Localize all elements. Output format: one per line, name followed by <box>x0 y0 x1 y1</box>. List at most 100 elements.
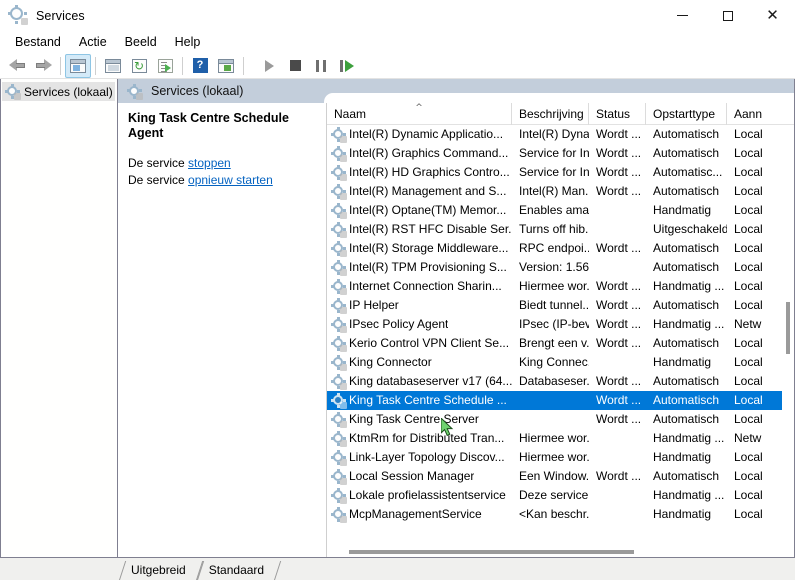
cell-aanmelden-als: Netw <box>734 431 762 445</box>
cell-status: Wordt ... <box>596 127 642 141</box>
table-row[interactable]: Local Session Manager Een Window... Wordt … <box>327 467 794 486</box>
cell-status: Wordt ... <box>596 374 642 388</box>
vertical-scrollbar[interactable] <box>782 127 794 546</box>
cell-naam-label: King Connector <box>349 355 432 369</box>
cell-status: Wordt ... <box>596 298 642 312</box>
start-service-button[interactable] <box>256 54 282 78</box>
table-row[interactable]: Intel(R) Optane(TM) Memor... Enables ama.… <box>327 201 794 220</box>
restart-service-button[interactable] <box>334 54 360 78</box>
service-gear-icon <box>331 393 347 409</box>
cell-naam: Lokale profielassistentservice <box>327 486 512 505</box>
list-rows-container: Intel(R) Dynamic Applicatio... Intel(R) D… <box>327 125 794 557</box>
table-row[interactable]: Intel(R) HD Graphics Contro... Service fo… <box>327 163 794 182</box>
tab-standaard[interactable]: Standaard <box>197 561 275 580</box>
table-row[interactable]: Lokale profielassistentservice Deze servi… <box>327 486 794 505</box>
tab-uitgebreid[interactable]: Uitgebreid <box>119 561 197 580</box>
column-header-aanmelden-als[interactable]: Aann <box>727 103 787 125</box>
table-row[interactable]: King databaseserver v17 (64... Databasese… <box>327 372 794 391</box>
table-row[interactable]: King Connector King Connec... Handmatig Loc… <box>327 353 794 372</box>
column-header-opstarttype-label: Opstarttype <box>653 107 716 121</box>
service-gear-icon <box>331 203 347 219</box>
show-hide-action-pane-icon <box>218 58 234 73</box>
column-header-status[interactable]: Status <box>589 103 646 125</box>
cell-status <box>589 486 646 505</box>
restart-service-link[interactable]: opnieuw starten <box>188 173 273 187</box>
table-row[interactable]: IPsec Policy Agent IPsec (IP-bev... Wordt … <box>327 315 794 334</box>
cell-naam-label: Intel(R) TPM Provisioning S... <box>349 260 507 274</box>
cell-naam-label: Intel(R) Optane(TM) Memor... <box>349 203 507 217</box>
cell-naam-label: KtmRm for Distributed Tran... <box>349 431 505 445</box>
cell-naam-label: Link-Layer Topology Discov... <box>349 450 505 464</box>
forward-button[interactable] <box>30 54 56 78</box>
back-button[interactable] <box>4 54 30 78</box>
cell-status <box>589 429 646 448</box>
stop-service-button[interactable] <box>282 54 308 78</box>
show-hide-action-pane-button[interactable] <box>213 54 239 78</box>
tree-item-services-lokaal[interactable]: Services (lokaal) <box>2 82 115 101</box>
service-gear-icon <box>331 507 347 523</box>
service-gear-icon <box>331 146 347 162</box>
table-row[interactable]: King Task Centre Server Wordt ... Automati… <box>327 410 794 429</box>
cell-aanmelden-als: Local <box>734 336 763 350</box>
table-row[interactable]: Internet Connection Sharin... Hiermee wor… <box>327 277 794 296</box>
content-header-gear-icon <box>127 83 143 100</box>
cell-status: Wordt ... <box>596 184 642 198</box>
export-list-button[interactable] <box>152 54 178 78</box>
cell-opstarttype: Automatisch <box>653 298 720 312</box>
cell-beschrijving: <Kan beschr... <box>519 507 589 521</box>
menu-beeld[interactable]: Beeld <box>116 32 166 53</box>
cell-naam: Intel(R) HD Graphics Contro... <box>327 163 512 182</box>
cell-naam: Local Session Manager <box>327 467 512 486</box>
column-header-opstarttype[interactable]: Opstarttype <box>646 103 727 125</box>
cell-aanmelden-als: Local <box>734 507 763 521</box>
cell-status: Wordt ... <box>596 241 642 255</box>
table-row[interactable]: Intel(R) Dynamic Applicatio... Intel(R) D… <box>327 125 794 144</box>
cell-status <box>589 201 646 220</box>
help-button[interactable]: ? <box>187 54 213 78</box>
column-header-naam[interactable]: ^ Naam <box>327 103 512 125</box>
menu-help[interactable]: Help <box>166 32 210 53</box>
vertical-scrollbar-thumb[interactable] <box>786 302 790 354</box>
cell-status: Wordt ... <box>596 469 642 483</box>
horizontal-scrollbar-thumb[interactable] <box>349 550 634 554</box>
cell-beschrijving: Hiermee wor... <box>519 279 589 293</box>
minimize-button[interactable] <box>660 0 705 31</box>
tree-item-label: Services (lokaal) <box>24 84 113 99</box>
table-row[interactable]: Intel(R) TPM Provisioning S... Version: 1… <box>327 258 794 277</box>
table-row[interactable]: Intel(R) Management and S... Intel(R) Man… <box>327 182 794 201</box>
table-row[interactable]: Link-Layer Topology Discov... Hiermee wor… <box>327 448 794 467</box>
table-row[interactable]: IP Helper Biedt tunnel... Wordt ... Automat… <box>327 296 794 315</box>
table-row[interactable]: Kerio Control VPN Client Se... Brengt een… <box>327 334 794 353</box>
show-hide-console-tree-button[interactable] <box>65 53 91 78</box>
stop-service-link[interactable]: stoppen <box>188 156 231 170</box>
properties-icon <box>105 58 121 73</box>
table-row[interactable]: McpManagementService <Kan beschr... Handma… <box>327 505 794 524</box>
table-row[interactable]: Intel(R) Storage Middleware... RPC endpoi… <box>327 239 794 258</box>
cell-naam-label: Intel(R) Management and S... <box>349 184 507 198</box>
pause-service-button[interactable] <box>308 54 334 78</box>
refresh-button[interactable]: ↻ <box>126 54 152 78</box>
properties-button[interactable] <box>100 54 126 78</box>
table-row[interactable]: Intel(R) RST HFC Disable Ser... Turns off… <box>327 220 794 239</box>
cell-naam-label: Local Session Manager <box>349 469 475 483</box>
table-row[interactable]: King Task Centre Schedule ... Wordt ... Au… <box>327 391 794 410</box>
table-row[interactable]: KtmRm for Distributed Tran... Hiermee wor… <box>327 429 794 448</box>
cell-aanmelden-als: Local <box>734 279 763 293</box>
close-button[interactable]: ✕ <box>750 0 795 31</box>
table-row[interactable]: Intel(R) Graphics Command... Service for … <box>327 144 794 163</box>
maximize-button[interactable] <box>705 0 750 31</box>
cell-naam: King Connector <box>327 353 512 372</box>
view-tabs: Uitgebreid Standaard <box>0 558 795 580</box>
cell-beschrijving: Databaseser... <box>519 374 589 388</box>
horizontal-scrollbar[interactable] <box>327 546 782 557</box>
cell-opstarttype: Handmatig <box>653 355 712 369</box>
cell-beschrijving: Service for In... <box>519 165 589 179</box>
menu-bestand[interactable]: Bestand <box>6 32 70 53</box>
cell-opstarttype: Handmatig <box>653 450 712 464</box>
services-window: Services ✕ Bestand Actie Beeld Help ↻ ? … <box>0 0 795 580</box>
column-header-beschrijving[interactable]: Beschrijving <box>512 103 589 125</box>
cell-aanmelden-als: Netw <box>734 317 762 331</box>
restart-service-line: De service opnieuw starten <box>128 172 316 189</box>
stop-service-prefix: De service <box>128 156 189 170</box>
menu-actie[interactable]: Actie <box>70 32 116 53</box>
